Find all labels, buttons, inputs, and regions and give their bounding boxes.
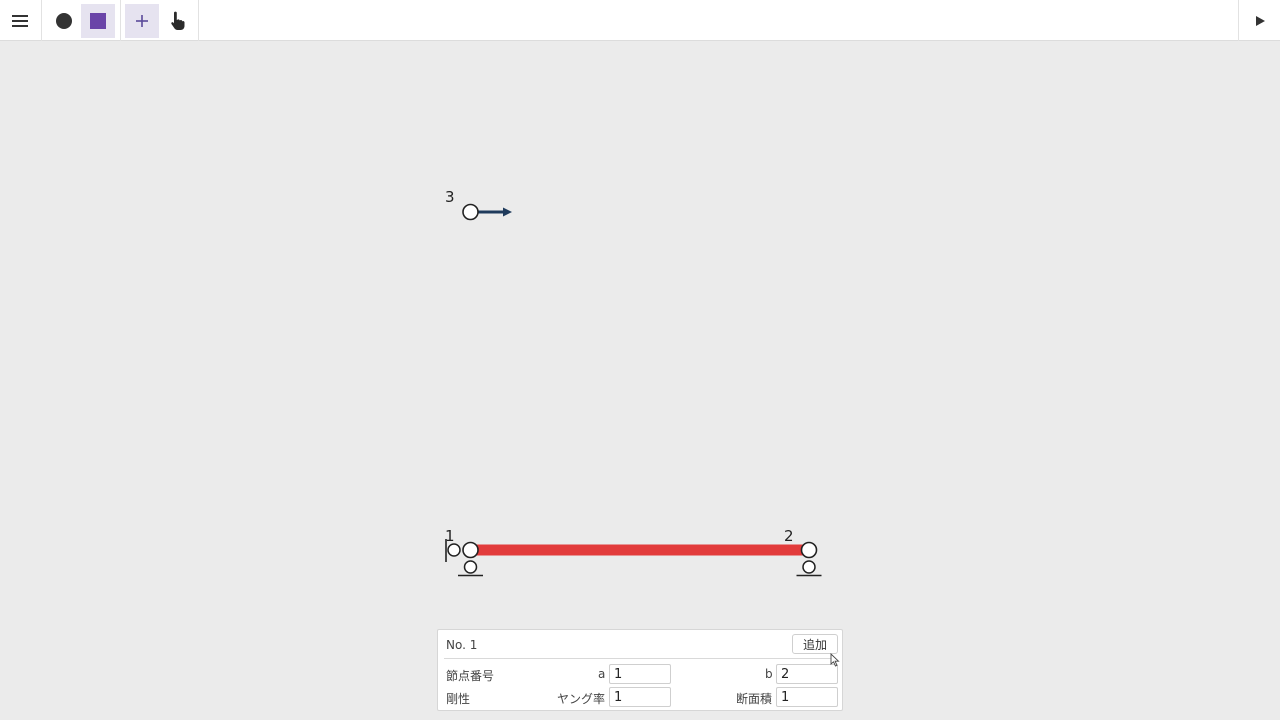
member-properties-panel: No. 1 追加 節点番号 a b 剛性 ヤング率 断面積: [437, 629, 843, 711]
roller-support-icon: [802, 560, 816, 574]
node-circle[interactable]: [800, 541, 818, 559]
member-1[interactable]: [470, 544, 809, 556]
young-modulus-label: ヤング率: [557, 692, 606, 706]
node-a-input[interactable]: [609, 664, 671, 684]
young-modulus-input[interactable]: [609, 687, 671, 707]
cross-section-area-label: 断面積: [736, 692, 773, 706]
toolbar-divider: [41, 0, 42, 41]
toolbar-divider: [120, 0, 121, 41]
node-b-input[interactable]: [776, 664, 838, 684]
add-button[interactable]: 追加: [792, 634, 838, 654]
node-circle[interactable]: [462, 203, 479, 221]
top-toolbar: [0, 0, 1280, 41]
mouse-cursor-icon: [830, 653, 840, 667]
member-tool-button[interactable]: [81, 4, 115, 38]
toolbar-divider: [198, 0, 199, 41]
node-a-label: a: [598, 667, 606, 681]
roller-support-icon: [463, 560, 478, 574]
plus-icon: [136, 15, 148, 27]
member-number: No. 1: [446, 638, 478, 652]
node-number-heading: 節点番号: [446, 669, 495, 683]
stiffness-heading: 剛性: [446, 692, 471, 706]
pan-tool-button[interactable]: [160, 4, 194, 38]
node-label: 3: [445, 188, 455, 206]
load-arrow-icon: [503, 207, 512, 217]
node-1[interactable]: 1: [445, 527, 483, 577]
circle-icon: [56, 13, 72, 29]
node-label: 2: [784, 527, 794, 545]
cross-section-area-input[interactable]: [776, 687, 838, 707]
hamburger-menu-icon: [12, 15, 28, 27]
panel-divider: [444, 658, 836, 659]
node-3[interactable]: 3: [445, 188, 512, 221]
run-button[interactable]: [1243, 4, 1277, 38]
node-circle[interactable]: [462, 541, 479, 559]
node-tool-button[interactable]: [47, 4, 81, 38]
menu-button[interactable]: [3, 4, 37, 38]
toolbar-divider: [1238, 0, 1239, 41]
add-tool-button[interactable]: [125, 4, 159, 38]
horizontal-roller-icon: [447, 543, 461, 557]
model-canvas[interactable]: 3 1 2: [0, 41, 1280, 720]
square-icon: [90, 13, 106, 29]
play-icon: [1256, 16, 1265, 26]
hand-pointer-icon: [171, 11, 185, 30]
node-b-label: b: [765, 667, 773, 681]
